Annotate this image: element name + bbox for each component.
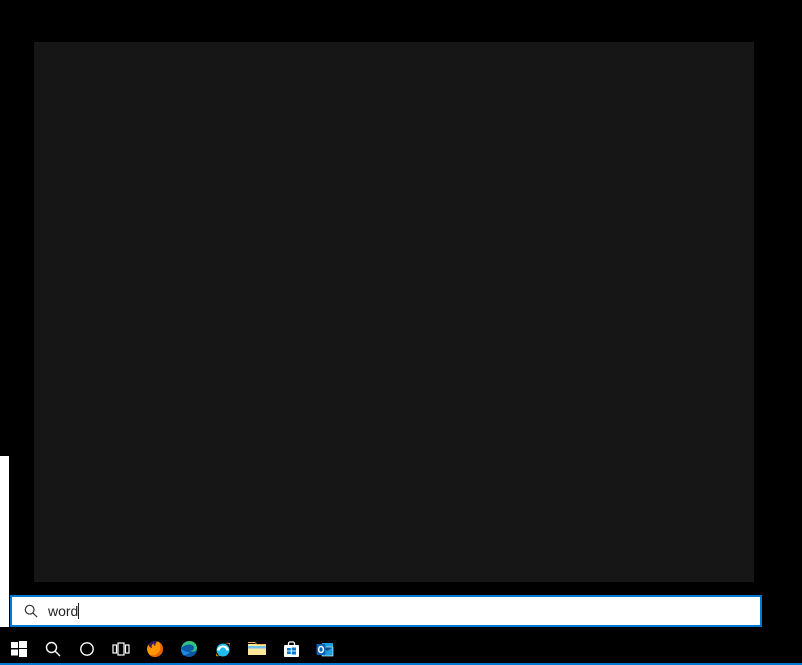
search-button[interactable] (36, 633, 70, 665)
start-search-panel (34, 42, 754, 582)
start-button[interactable] (2, 633, 36, 665)
outlook-icon (316, 641, 334, 658)
cortana-icon (79, 641, 95, 657)
search-icon (22, 602, 40, 620)
search-input[interactable]: word (48, 597, 760, 625)
ie-button[interactable] (206, 633, 240, 665)
firefox-button[interactable] (138, 633, 172, 665)
file-explorer-icon (248, 641, 266, 657)
cortana-button[interactable] (70, 633, 104, 665)
edge-icon (180, 640, 198, 658)
windows-icon (11, 641, 27, 657)
ie-icon (214, 640, 232, 658)
background-strip (0, 456, 9, 627)
task-view-button[interactable] (104, 633, 138, 665)
search-icon (45, 641, 61, 657)
store-icon (283, 641, 300, 658)
edge-button[interactable] (172, 633, 206, 665)
outlook-button[interactable] (308, 633, 342, 665)
taskbar (0, 633, 802, 665)
search-bar[interactable]: word (10, 595, 762, 627)
task-view-icon (112, 642, 130, 656)
firefox-icon (146, 640, 164, 658)
text-caret (78, 603, 79, 619)
store-button[interactable] (274, 633, 308, 665)
desktop: word (0, 0, 802, 665)
search-input-value: word (48, 603, 78, 619)
file-explorer-button[interactable] (240, 633, 274, 665)
